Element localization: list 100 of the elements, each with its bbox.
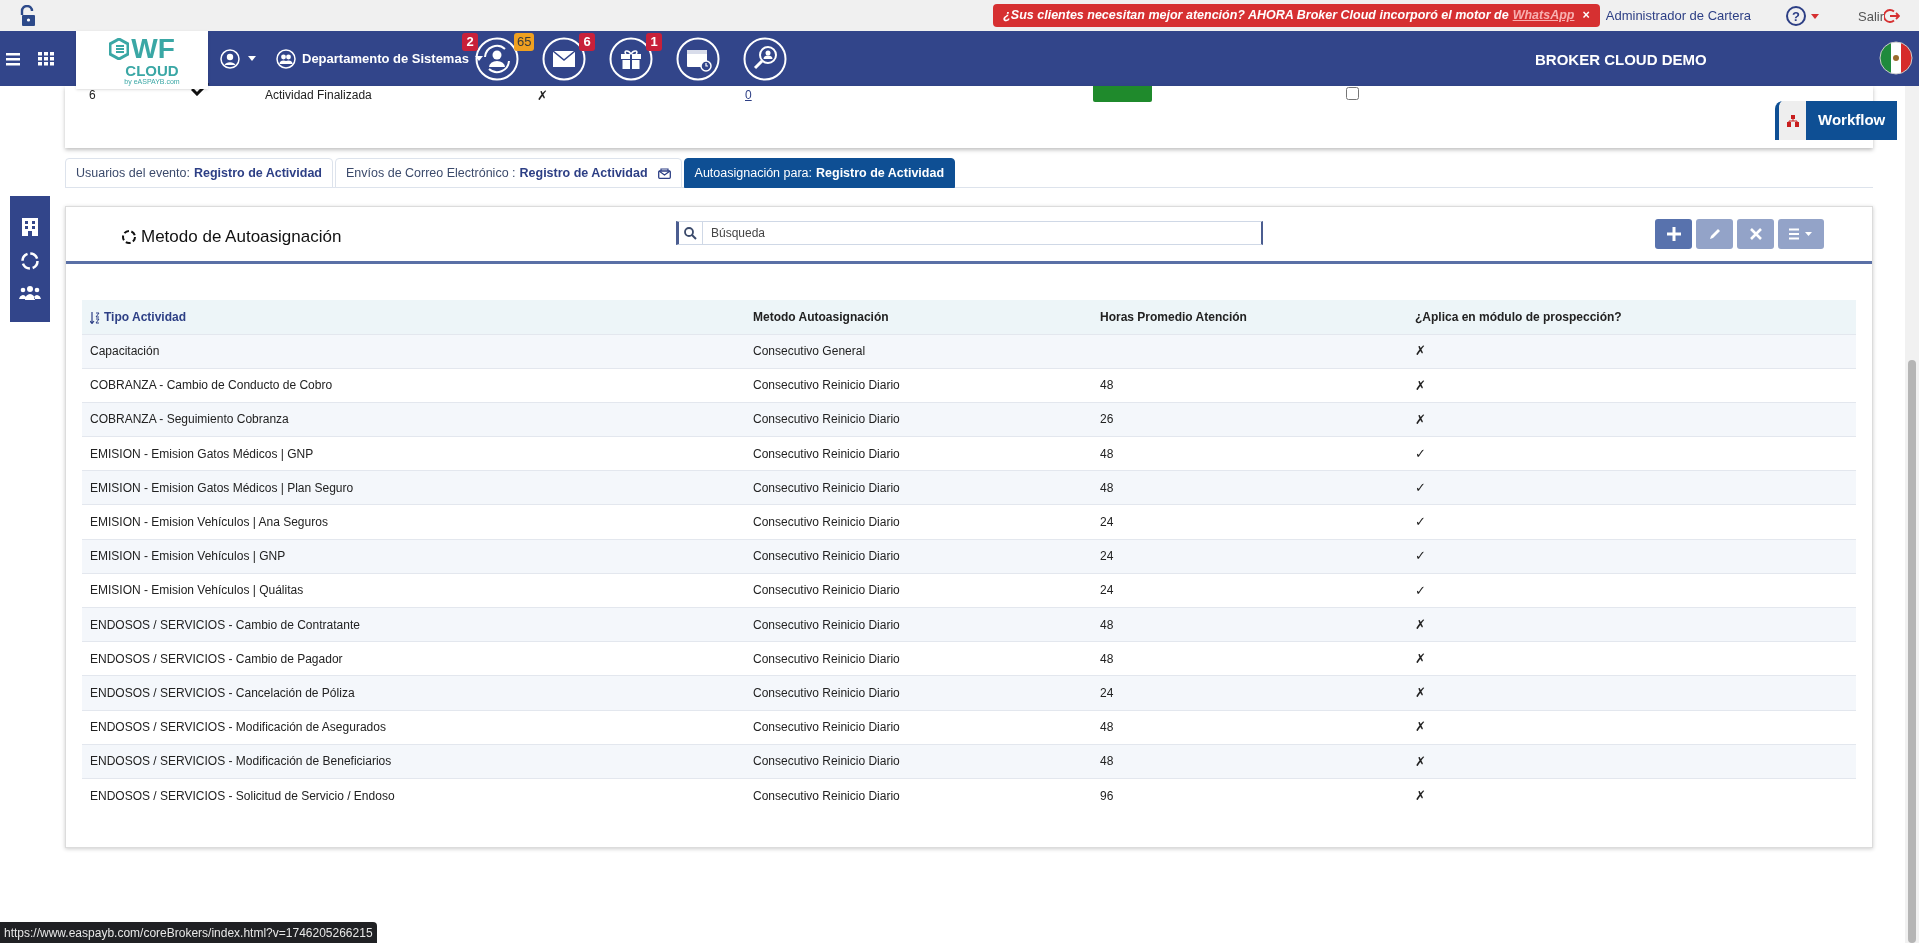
table-cell: Consecutivo Reinicio Diario [745, 778, 1092, 813]
shield-icon [109, 38, 130, 60]
dotted-circle-icon[interactable] [20, 251, 40, 271]
table-cell: EMISION - Emision Vehículos | GNP [82, 539, 745, 574]
table-cell: EMISION - Emision Vehículos | Ana Seguros [82, 504, 745, 540]
table-cell: 48 [1092, 436, 1407, 471]
table-cell: 24 [1092, 504, 1407, 540]
table-cell: Consecutivo Reinicio Diario [745, 675, 1092, 711]
table-cell: ENDOSOS / SERVICIOS - Cancelación de Póliza [82, 675, 745, 711]
table-cell: EMISION - Emision Vehículos | Quálitas [82, 573, 745, 608]
table-cell: ✗ [1407, 675, 1856, 711]
table-cell: ✗ [1407, 744, 1856, 779]
table-cell: ✓ [1407, 470, 1856, 505]
table-cell: Consecutivo Reinicio Diario [745, 368, 1092, 403]
table-cell: 48 [1092, 641, 1407, 676]
table-cell: 24 [1092, 573, 1407, 608]
company-name: BROKER CLOUD DEMO [1535, 50, 1707, 70]
close-icon [1749, 228, 1762, 240]
logout-icon[interactable] [1884, 8, 1900, 24]
table-cell: COBRANZA - Cambio de Conducto de Cobro [82, 368, 745, 403]
pencil-icon [1707, 227, 1722, 241]
role-label: Administrador de Cartera [1605, 6, 1751, 25]
table-cell: EMISION - Emision Gatos Médicos | Plan Seguro [82, 470, 745, 505]
gift-icon[interactable] [608, 36, 653, 81]
caret-icon[interactable] [1811, 14, 1819, 19]
count-link[interactable]: 0 [745, 86, 752, 104]
count-badge: 1 [646, 33, 662, 51]
table-cell: ✗ [1407, 710, 1856, 745]
add-button[interactable] [1655, 219, 1692, 249]
table-cell: ✗ [1407, 607, 1856, 642]
table-cell: Consecutivo Reinicio Diario [745, 607, 1092, 642]
cross-mark: ✗ [537, 87, 548, 105]
dotted-circle-icon [121, 228, 137, 245]
table-cell: 48 [1092, 368, 1407, 403]
table-cell: 48 [1092, 744, 1407, 779]
status-block [1093, 86, 1152, 102]
table-cell: Consecutivo Reinicio Diario [745, 402, 1092, 437]
building-icon[interactable] [21, 217, 39, 237]
status-text: Actividad Finalizada [265, 87, 372, 104]
column-header: Horas Promedio Atención [1092, 300, 1407, 334]
table-cell: ✗ [1407, 402, 1856, 437]
user-cycle-icon[interactable] [474, 36, 519, 81]
count-badge: 65 [514, 33, 535, 51]
caret-icon[interactable] [248, 56, 256, 61]
apps-grid-icon[interactable] [38, 51, 54, 66]
help-button[interactable]: ? [1786, 6, 1806, 26]
sort-icon[interactable] [90, 311, 100, 324]
group-icon[interactable] [276, 48, 296, 69]
tab[interactable]: Usuarios del evento: Registro de Actividad [65, 158, 333, 188]
table-cell: ENDOSOS / SERVICIOS - Cambio de Pagador [82, 641, 745, 676]
table-cell: ✓ [1407, 573, 1856, 608]
logo-subtext: CLOUD [125, 63, 179, 78]
status-url: https://www.easpayb.com/coreBrokers/index.html?v=1746205266215 [0, 922, 377, 943]
table-cell: 48 [1092, 710, 1407, 745]
tab[interactable]: Autoasignación para: Registro de Actividad [683, 158, 956, 188]
table-cell: 48 [1092, 607, 1407, 642]
tab[interactable]: Envíos de Correo Electrónico : Registro de Actividad [335, 158, 682, 188]
table-cell: 24 [1092, 675, 1407, 711]
table-cell: Consecutivo General [745, 334, 1092, 369]
table-cell: EMISION - Emision Gatos Médicos | GNP [82, 436, 745, 471]
user-icon[interactable] [220, 48, 240, 69]
column-header[interactable]: Tipo Actividad [82, 300, 745, 334]
count-badge: 6 [579, 33, 595, 51]
table-cell: ✓ [1407, 539, 1856, 574]
magnifier-user-icon[interactable] [742, 36, 787, 81]
table-cell: 48 [1092, 470, 1407, 505]
table-cell: Consecutivo Reinicio Diario [745, 573, 1092, 608]
hierarchy-icon [1786, 114, 1799, 127]
table-cell: Consecutivo Reinicio Diario [745, 641, 1092, 676]
envelope-icon[interactable] [541, 36, 586, 81]
scrollbar[interactable] [1905, 86, 1919, 943]
table-cell: COBRANZA - Seguimiento Cobranza [82, 402, 745, 437]
table-cell: ENDOSOS / SERVICIOS - Modificación de Asegurados [82, 710, 745, 745]
logo-text: WF [131, 35, 175, 63]
logout-link[interactable]: Salir [1858, 7, 1884, 27]
menu-icon[interactable] [6, 51, 20, 66]
search-icon [684, 226, 697, 240]
table-cell: Consecutivo Reinicio Diario [745, 744, 1092, 779]
table-cell: ENDOSOS / SERVICIOS - Modificación de Beneficiarios [82, 744, 745, 779]
table-cell: ✗ [1407, 641, 1856, 676]
table-cell: ✓ [1407, 436, 1856, 471]
panel-title: Metodo de Autoasignación [141, 226, 342, 248]
promo-text: ¿Sus clientes necesitan mejor atención? AHORA Broker Cloud incorporó el motor de [1003, 7, 1509, 25]
table-cell: Consecutivo Reinicio Diario [745, 504, 1092, 540]
calendar-clock-icon[interactable] [675, 36, 720, 81]
table-cell: Capacitación [82, 334, 745, 369]
flag-icon[interactable] [1879, 41, 1913, 75]
table-cell: 24 [1092, 539, 1407, 574]
table-cell: ✗ [1407, 368, 1856, 403]
count-badge: 2 [462, 33, 478, 51]
column-header: ¿Aplica en módulo de prospección? [1407, 300, 1856, 334]
caret-icon [474, 56, 483, 61]
close-button[interactable]: × [1582, 6, 1590, 25]
checkbox[interactable] [1346, 87, 1359, 100]
table-cell: ✗ [1407, 778, 1856, 813]
table-cell: Consecutivo Reinicio Diario [745, 436, 1092, 471]
row-number: 6 [89, 87, 96, 104]
team-icon[interactable] [19, 285, 41, 301]
table-cell: ✓ [1407, 504, 1856, 540]
table-cell: Consecutivo Reinicio Diario [745, 710, 1092, 745]
